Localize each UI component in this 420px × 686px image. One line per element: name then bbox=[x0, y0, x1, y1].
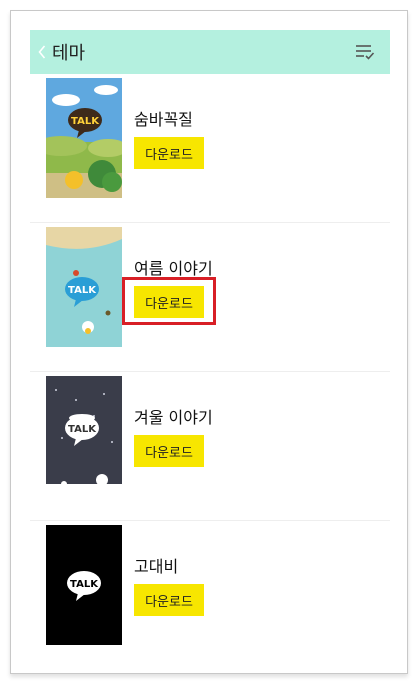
highlight-box bbox=[122, 277, 216, 325]
app-header: 테마 bbox=[30, 30, 390, 74]
theme-item: TALK 고대비 다운로드 bbox=[30, 521, 390, 669]
theme-list: TALK 숨바꼭질 다운로드 TALK 여름 이야기 다운로드 TALK 겨울 … bbox=[30, 74, 390, 669]
theme-name: 여름 이야기 bbox=[134, 259, 213, 278]
page-title: 테마 bbox=[52, 43, 86, 64]
thumbnail-talk-text: TALK bbox=[70, 579, 99, 590]
theme-name: 겨울 이야기 bbox=[134, 408, 213, 427]
thumbnail-talk-text: TALK bbox=[68, 424, 97, 435]
back-chevron-icon[interactable] bbox=[32, 30, 52, 74]
theme-item: TALK 여름 이야기 다운로드 bbox=[30, 223, 390, 372]
download-button[interactable]: 다운로드 bbox=[134, 435, 204, 467]
thumbnail-talk-text: TALK bbox=[71, 116, 100, 127]
theme-thumbnail-hide-and-seek[interactable]: TALK bbox=[46, 78, 122, 198]
theme-thumbnail-summer-story[interactable]: TALK bbox=[46, 227, 122, 347]
download-button[interactable]: 다운로드 bbox=[134, 584, 204, 616]
theme-name: 숨바꼭질 bbox=[134, 110, 193, 129]
theme-item: TALK 숨바꼭질 다운로드 bbox=[30, 74, 390, 223]
edit-list-icon[interactable] bbox=[354, 41, 376, 63]
download-button[interactable]: 다운로드 bbox=[134, 137, 204, 169]
thumbnail-talk-text: TALK bbox=[68, 285, 97, 296]
theme-thumbnail-winter-story[interactable]: TALK bbox=[46, 376, 122, 496]
theme-name: 고대비 bbox=[134, 557, 179, 576]
theme-item: TALK 겨울 이야기 다운로드 bbox=[30, 372, 390, 521]
theme-thumbnail-high-contrast[interactable]: TALK bbox=[46, 525, 122, 645]
